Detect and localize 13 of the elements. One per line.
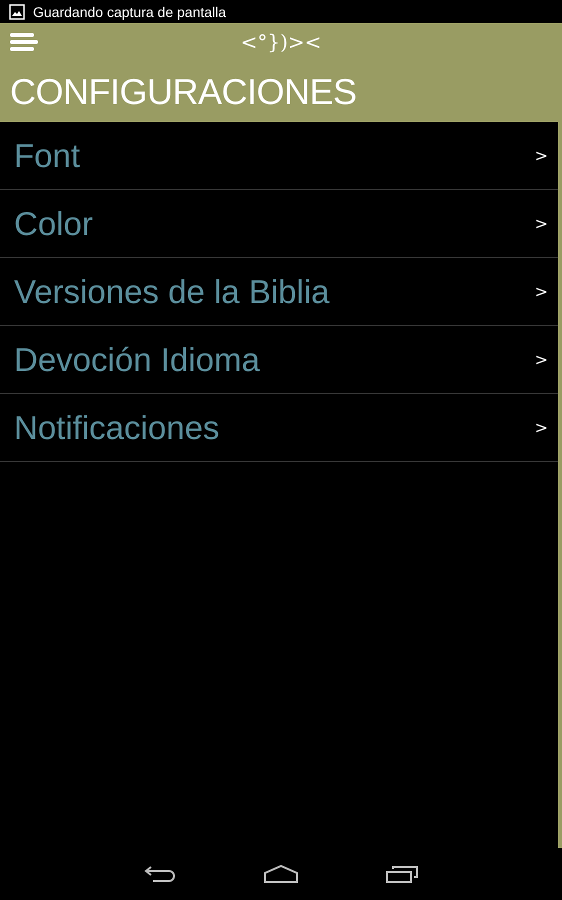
app-logo: <°})>< xyxy=(240,30,322,54)
image-icon xyxy=(9,4,25,20)
settings-item[interactable]: Font > xyxy=(0,122,558,190)
page-title: CONFIGURACIONES xyxy=(10,71,357,113)
settings-item[interactable]: Versiones de la Biblia > xyxy=(0,258,558,326)
status-notification: Guardando captura de pantalla xyxy=(33,4,226,20)
settings-item[interactable]: Color > xyxy=(0,190,558,258)
recent-apps-icon[interactable] xyxy=(385,864,419,884)
home-icon[interactable] xyxy=(263,864,299,884)
menu-icon[interactable] xyxy=(10,32,38,52)
back-icon[interactable] xyxy=(143,864,177,884)
settings-item[interactable]: Notificaciones > xyxy=(0,394,558,462)
settings-item[interactable]: Devoción Idioma > xyxy=(0,326,558,394)
